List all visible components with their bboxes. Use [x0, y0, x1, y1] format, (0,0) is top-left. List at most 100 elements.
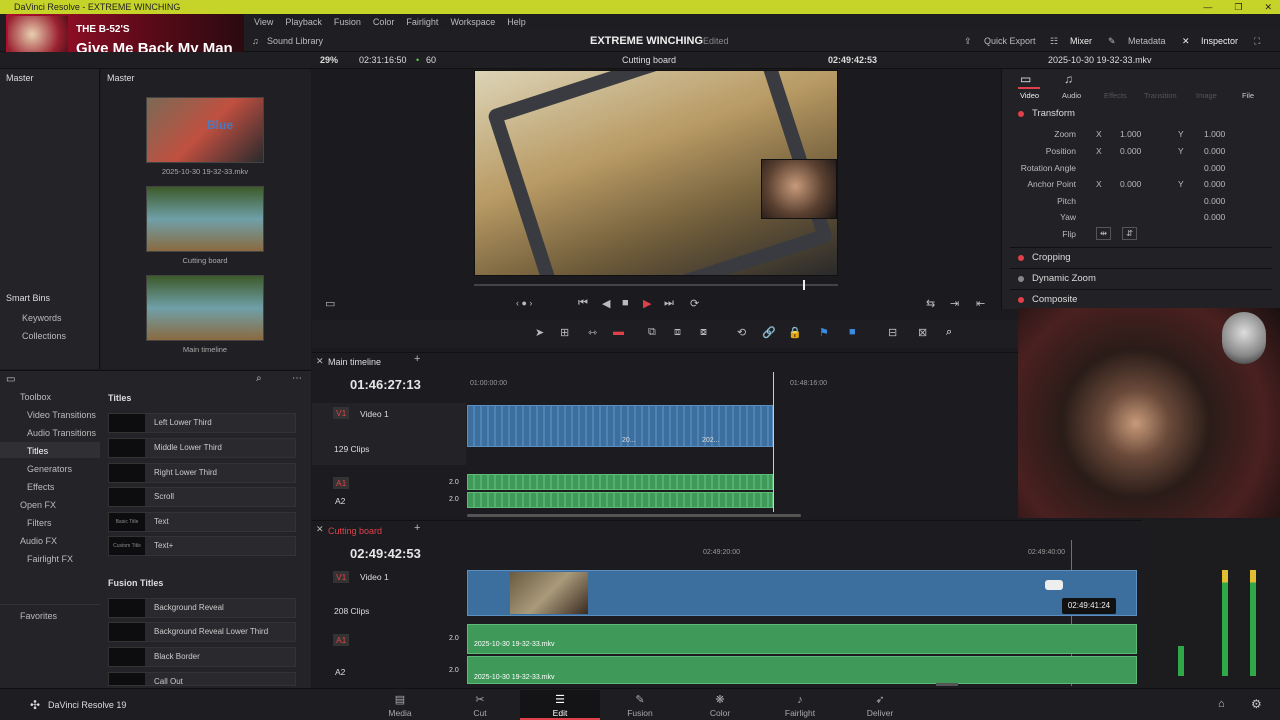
- insert-clip-icon[interactable]: ⧉: [648, 326, 656, 339]
- track-a2-label[interactable]: A2: [335, 496, 345, 506]
- menu-fairlight[interactable]: Fairlight: [406, 17, 438, 27]
- trim-handle-icon[interactable]: [1045, 580, 1063, 590]
- track-a1-label[interactable]: A1: [333, 477, 350, 489]
- tree-open-fx[interactable]: Open FX: [20, 500, 56, 510]
- cutting-board-scrollbar[interactable]: [936, 683, 958, 686]
- page-color[interactable]: ❋ Color: [680, 690, 760, 720]
- prev-edit-icon[interactable]: ⇤: [976, 297, 985, 310]
- rotation-value[interactable]: 0.000: [1204, 163, 1225, 173]
- title-middle-lower-third[interactable]: Middle Lower Third: [108, 438, 296, 458]
- audio-tab-icon[interactable]: ♫: [1064, 72, 1073, 86]
- audio-clips-a1-main[interactable]: [467, 474, 773, 490]
- next-edit-icon[interactable]: ⇥: [950, 297, 959, 310]
- page-deliver[interactable]: ➶ Deliver: [840, 690, 920, 720]
- step-back-icon[interactable]: ◀: [602, 297, 610, 310]
- fusion-title-black-border[interactable]: Black Border: [108, 647, 296, 667]
- link-icon[interactable]: 🔗: [762, 326, 776, 339]
- titles-section-head[interactable]: Titles: [108, 393, 131, 403]
- sound-library-button[interactable]: Sound Library: [267, 30, 323, 52]
- enable-dot-icon[interactable]: [1018, 276, 1024, 282]
- menu-workspace[interactable]: Workspace: [450, 17, 495, 27]
- metadata-icon[interactable]: ✎: [1108, 30, 1116, 52]
- track-a1-label[interactable]: A1: [333, 634, 350, 646]
- playhead-viewer[interactable]: [803, 280, 805, 290]
- quick-export-button[interactable]: Quick Export: [984, 30, 1036, 52]
- menu-help[interactable]: Help: [507, 17, 526, 27]
- enable-dot-icon[interactable]: [1018, 297, 1024, 303]
- lock-icon[interactable]: 🔒: [788, 326, 802, 339]
- smart-bin-keywords[interactable]: Keywords: [22, 313, 62, 323]
- inspector-tab-audio[interactable]: Audio: [1062, 91, 1081, 100]
- section-cropping[interactable]: Cropping: [1010, 247, 1272, 267]
- maximize-icon[interactable]: ❐: [1234, 0, 1242, 14]
- flag-icon[interactable]: ⚑: [819, 326, 829, 339]
- yaw-value[interactable]: 0.000: [1204, 212, 1225, 222]
- audio-clip-a2-cutting-board[interactable]: 2025-10-30 19-32-33.mkv: [467, 656, 1137, 684]
- tree-titles[interactable]: Titles: [27, 446, 48, 456]
- program-viewer[interactable]: [474, 70, 838, 276]
- selection-tool-icon[interactable]: ➤: [535, 326, 544, 339]
- tree-audio-transitions[interactable]: Audio Transitions: [27, 428, 96, 438]
- section-composite[interactable]: Composite: [1010, 289, 1272, 309]
- audio-clip-a1-cutting-board[interactable]: 2025-10-30 19-32-33.mkv: [467, 624, 1137, 654]
- menu-view[interactable]: View: [254, 17, 273, 27]
- page-fairlight[interactable]: ♪ Fairlight: [760, 690, 840, 720]
- menu-fusion[interactable]: Fusion: [334, 17, 361, 27]
- match-frame-icon[interactable]: ⇆: [926, 297, 935, 310]
- overwrite-clip-icon[interactable]: ⧈: [674, 326, 681, 339]
- tree-favorites[interactable]: Favorites: [20, 611, 57, 621]
- title-right-lower-third[interactable]: Right Lower Third: [108, 463, 296, 483]
- track-v1-label[interactable]: V1: [333, 407, 350, 419]
- quick-export-icon[interactable]: ⇪: [964, 30, 972, 52]
- inspector-icon[interactable]: ✕: [1182, 30, 1190, 52]
- menu-playback[interactable]: Playback: [285, 17, 322, 27]
- play-icon[interactable]: ▶: [643, 297, 651, 310]
- video-clips-main[interactable]: [467, 405, 773, 447]
- pitch-value[interactable]: 0.000: [1204, 196, 1225, 206]
- clip-thumbnail-mkv[interactable]: Blue: [146, 97, 264, 163]
- viewer-options-icon[interactable]: ▭: [325, 297, 335, 310]
- search-icon[interactable]: ⌕: [256, 373, 262, 384]
- enable-dot-icon[interactable]: [1018, 111, 1024, 117]
- menu-color[interactable]: Color: [373, 17, 395, 27]
- track-a2-label[interactable]: A2: [335, 667, 345, 677]
- fusion-title-background-reveal[interactable]: Background Reveal: [108, 598, 296, 618]
- blade-tool-icon[interactable]: ▬: [613, 326, 624, 338]
- tree-filters[interactable]: Filters: [27, 518, 52, 528]
- timeline-tab-main[interactable]: Main timeline: [328, 357, 381, 367]
- title-scroll[interactable]: Scroll: [108, 487, 296, 507]
- title-left-lower-third[interactable]: Left Lower Third: [108, 413, 296, 433]
- stop-icon[interactable]: ■: [622, 297, 629, 309]
- page-fusion[interactable]: ✎ Fusion: [600, 690, 680, 720]
- trim-tool-icon[interactable]: ⊞: [560, 326, 569, 339]
- main-timeline-scrollbar[interactable]: [467, 514, 801, 517]
- close-icon[interactable]: ✕: [1264, 0, 1272, 14]
- title-text-plus[interactable]: Custom Title Text+: [108, 536, 296, 556]
- flip-horizontal-icon[interactable]: ⇹: [1096, 227, 1112, 240]
- anchor-x-value[interactable]: 0.000: [1120, 179, 1141, 189]
- track-v1-label[interactable]: V1: [333, 571, 350, 583]
- close-tab-icon[interactable]: ✕: [316, 524, 324, 535]
- metadata-button[interactable]: Metadata: [1128, 30, 1166, 52]
- flip-vertical-icon[interactable]: ⇵: [1122, 227, 1138, 240]
- add-tab-icon[interactable]: +: [414, 522, 420, 534]
- inspector-tab-file[interactable]: File: [1242, 91, 1254, 100]
- minimize-icon[interactable]: —: [1203, 0, 1212, 14]
- zoom-custom-icon[interactable]: ⌕: [946, 326, 952, 339]
- page-edit[interactable]: ☰ Edit: [520, 690, 600, 720]
- expand-icon[interactable]: ⛶: [1254, 30, 1260, 52]
- clip-thumbnail-cutting-board[interactable]: [146, 186, 264, 252]
- bin-master[interactable]: Master: [6, 73, 34, 83]
- inspector-button[interactable]: Inspector: [1201, 30, 1238, 52]
- zoom-full-icon[interactable]: ⊟: [888, 326, 897, 339]
- go-to-start-icon[interactable]: ⏮: [578, 297, 588, 310]
- zoom-detail-icon[interactable]: ⊠: [918, 326, 927, 339]
- mixer-button[interactable]: Mixer: [1070, 30, 1092, 52]
- snapping-icon[interactable]: ⟲: [737, 326, 746, 339]
- video-clip-cutting-board[interactable]: [467, 570, 1137, 616]
- section-transform[interactable]: Transform: [1010, 104, 1272, 124]
- tree-toolbox[interactable]: Toolbox: [20, 392, 51, 402]
- section-dynamic-zoom[interactable]: Dynamic Zoom: [1010, 268, 1272, 288]
- replace-clip-icon[interactable]: ⧇: [700, 326, 707, 339]
- home-icon[interactable]: ⌂: [1218, 698, 1225, 710]
